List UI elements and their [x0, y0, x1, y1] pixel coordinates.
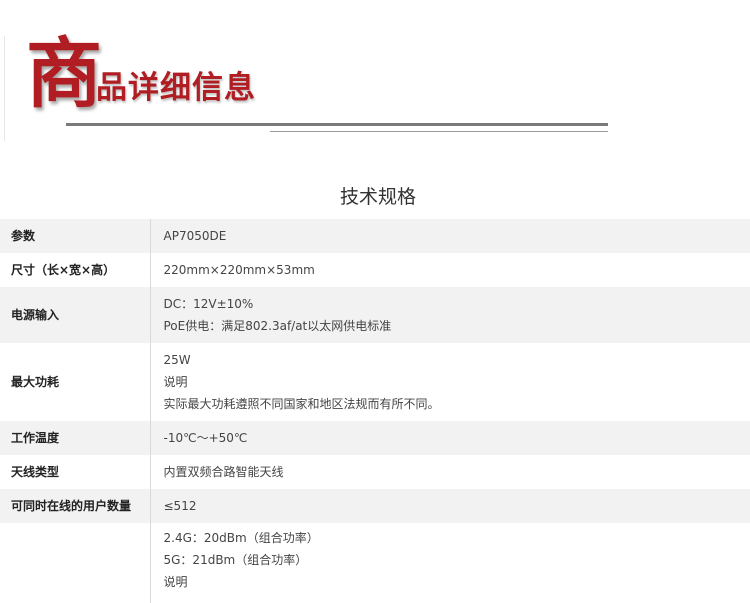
spec-value-line: 实际最大功耗遵照不同国家和地区法规而有所不同。: [164, 393, 750, 415]
spec-key: [0, 523, 150, 603]
spec-row-power-input: 电源输入 DC：12V±10% PoE供电：满足802.3af/at以太网供电标…: [0, 287, 750, 343]
spec-value: AP7050DE: [150, 219, 750, 253]
spec-key: 尺寸（长×宽×高）: [0, 253, 150, 287]
spec-value-line: 说明: [164, 371, 750, 393]
spec-value-line: 25W: [164, 349, 750, 371]
spec-value-line: 内置双频合路智能天线: [164, 461, 750, 483]
spec-row-transmit-power: 2.4G：20dBm（组合功率） 5G：21dBm（组合功率） 说明: [0, 523, 750, 603]
spec-table: 参数 AP7050DE 尺寸（长×宽×高） 220mm×220mm×53mm 电…: [0, 219, 750, 603]
spec-row-dimensions: 尺寸（长×宽×高） 220mm×220mm×53mm: [0, 253, 750, 287]
spec-value-line: AP7050DE: [164, 225, 750, 247]
spec-row-concurrent-users: 可同时在线的用户数量 ≤512: [0, 489, 750, 523]
spec-value-line: ≤512: [164, 495, 750, 517]
spec-value: 25W 说明 实际最大功耗遵照不同国家和地区法规而有所不同。: [150, 343, 750, 421]
spec-value: 内置双频合路智能天线: [150, 455, 750, 489]
spec-row-max-power: 最大功耗 25W 说明 实际最大功耗遵照不同国家和地区法规而有所不同。: [0, 343, 750, 421]
spec-value-line: 说明: [164, 571, 750, 593]
product-details-banner: 商 品详细信息: [0, 0, 750, 150]
banner-heading-first-char: 商: [26, 30, 100, 118]
spec-value-line: 220mm×220mm×53mm: [164, 259, 750, 281]
spec-key: 参数: [0, 219, 150, 253]
spec-value-line: -10℃～+50℃: [164, 427, 750, 449]
spec-value: 2.4G：20dBm（组合功率） 5G：21dBm（组合功率） 说明: [150, 523, 750, 603]
spec-key: 天线类型: [0, 455, 150, 489]
spec-section-title: 技术规格: [0, 182, 750, 209]
banner-underline-thin: [270, 131, 608, 132]
banner-left-divider: [4, 36, 5, 141]
spec-value: 220mm×220mm×53mm: [150, 253, 750, 287]
spec-value-line: 5G：21dBm（组合功率）: [164, 549, 750, 571]
spec-value: DC：12V±10% PoE供电：满足802.3af/at以太网供电标准: [150, 287, 750, 343]
spec-key: 工作温度: [0, 421, 150, 455]
spec-key: 最大功耗: [0, 343, 150, 421]
spec-row-antenna-type: 天线类型 内置双频合路智能天线: [0, 455, 750, 489]
spec-key: 可同时在线的用户数量: [0, 489, 150, 523]
spec-row-operating-temp: 工作温度 -10℃～+50℃: [0, 421, 750, 455]
spec-row-model: 参数 AP7050DE: [0, 219, 750, 253]
banner-heading-rest: 品详细信息: [96, 66, 256, 110]
spec-value: ≤512: [150, 489, 750, 523]
spec-value: -10℃～+50℃: [150, 421, 750, 455]
spec-value-line: PoE供电：满足802.3af/at以太网供电标准: [164, 315, 750, 337]
spec-value-line: DC：12V±10%: [164, 293, 750, 315]
spec-key: 电源输入: [0, 287, 150, 343]
spec-value-line: 2.4G：20dBm（组合功率）: [164, 527, 750, 549]
banner-underline-thick: [66, 123, 608, 126]
